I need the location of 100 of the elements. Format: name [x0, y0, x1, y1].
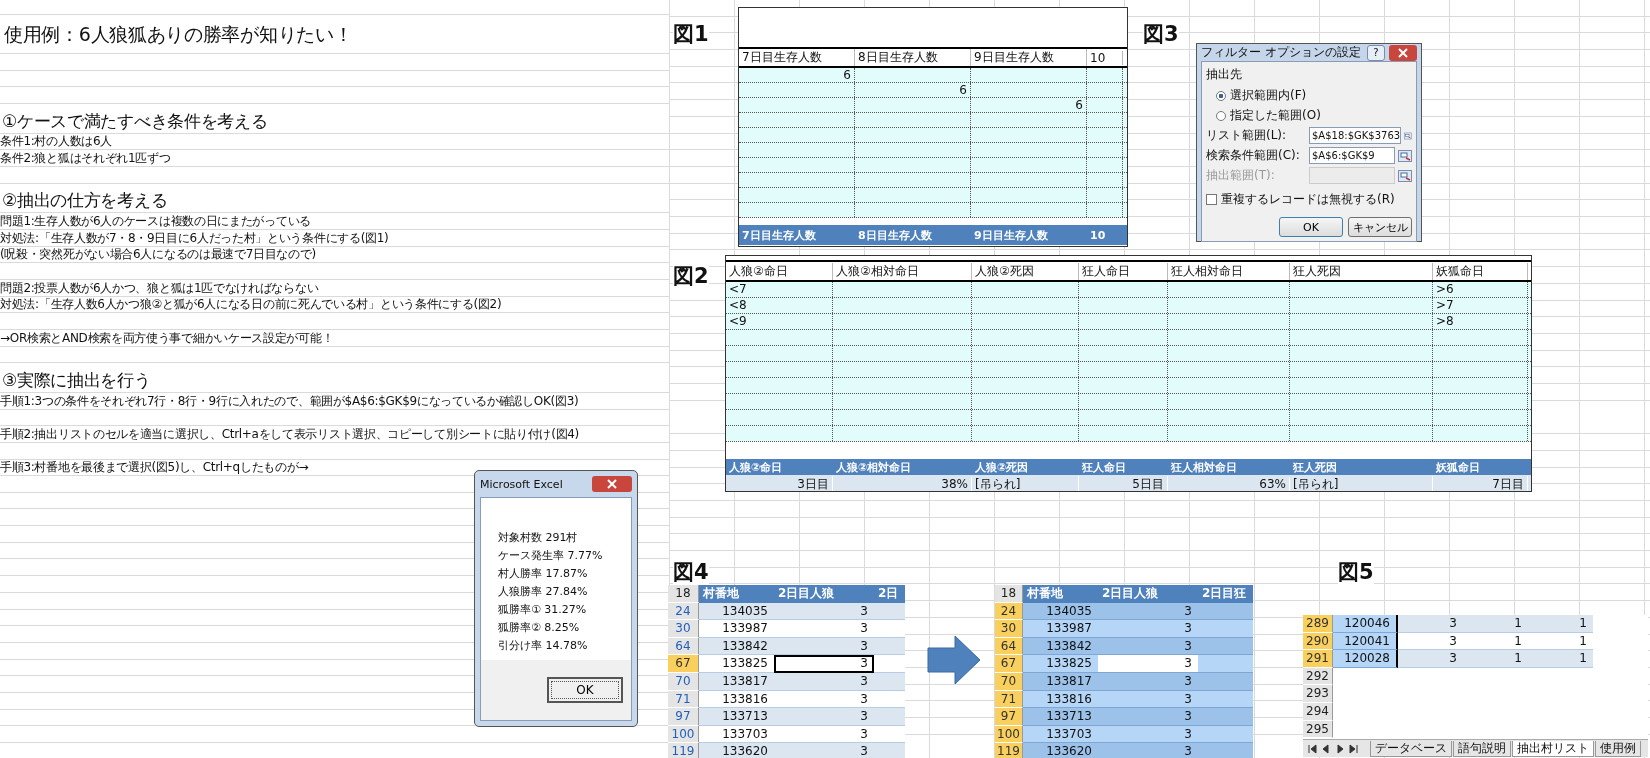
ok-button[interactable]: OK — [547, 677, 623, 703]
column-header: 10 — [1089, 228, 1107, 242]
column-header: 7日目生存人数 — [741, 227, 817, 243]
column-header: 妖狐命日 — [1435, 459, 1481, 475]
row-number[interactable]: 67 — [995, 655, 1023, 673]
range-picker-icon[interactable] — [1398, 149, 1412, 162]
column-header: 2日目人狼 — [1098, 585, 1198, 603]
result-line: 狐勝率② 8.25% — [498, 620, 581, 635]
table-cell: 3 — [1098, 708, 1198, 726]
table-cell: 120046 — [1333, 615, 1398, 633]
column-header: 人狼②相対命日 — [833, 262, 972, 280]
input-field[interactable]: $A$18:$GK$3763 — [1309, 127, 1402, 144]
row-number[interactable]: 291 — [1303, 650, 1333, 668]
table-cell: [吊られ] — [975, 476, 1021, 491]
column-header: 人狼②相対命日 — [835, 459, 913, 475]
field-label: 検索条件範囲(C): — [1206, 147, 1301, 164]
column-header: 8日目生存人数 — [855, 49, 971, 66]
result-line: 引分け率 14.78% — [498, 638, 589, 653]
table-cell: >7 — [1436, 298, 1454, 312]
message-box-title: Microsoft Excel — [480, 477, 563, 491]
column-header: 村番地 — [1023, 585, 1098, 603]
table-cell: 3 — [1098, 620, 1198, 638]
sheet-tab[interactable]: 抽出村リスト — [1512, 740, 1594, 757]
note-text: 手順2:抽出リストのセルを適当に選択し、Ctrl+aをして表示リスト選択、コピーして別シートに貼り付け(図4) — [0, 426, 579, 442]
radio-label: 選択範囲内(F) — [1230, 87, 1307, 104]
input-field[interactable] — [1309, 167, 1395, 184]
sheet-tab[interactable]: 使用例 — [1595, 740, 1641, 757]
input-field[interactable]: $A$6:$GK$9 — [1309, 147, 1395, 164]
note-text: 手順1:3つの条件をそれぞれ7行・8行・9行に入れたので、範囲が$A$6:$GK$9になっているか確認しOK(図3) — [0, 393, 579, 409]
radio-button[interactable] — [1216, 90, 1226, 101]
table-cell: 133713 — [1023, 708, 1098, 726]
row-number[interactable]: 293 — [1303, 685, 1333, 703]
row-number[interactable]: 97 — [668, 708, 699, 726]
column-header: 7日目生存人数 — [739, 49, 855, 66]
column-header: 狂人命日 — [1079, 262, 1168, 280]
table-cell: 1 — [1528, 650, 1593, 668]
table-cell: 133987 — [699, 620, 774, 638]
sheet-tab[interactable]: 語句説明 — [1453, 740, 1511, 757]
column-header: 狂人死因 — [1290, 262, 1433, 280]
table-cell: 3 — [774, 708, 874, 726]
dialog-button[interactable]: キャンセル — [1348, 217, 1412, 237]
range-picker-icon[interactable] — [1404, 129, 1412, 142]
table-cell: 120028 — [1333, 650, 1398, 668]
radio-label: 指定した範囲(O) — [1230, 107, 1321, 124]
column-header: 狂人死因 — [1292, 459, 1338, 475]
row-number[interactable]: 119 — [995, 743, 1023, 758]
range-picker-icon[interactable] — [1398, 169, 1412, 182]
result-line: ケース発生率 7.77% — [498, 548, 604, 563]
table-cell: >6 — [1436, 282, 1454, 296]
right-arrow-icon — [927, 635, 981, 685]
table-cell: 7日目 — [1492, 476, 1524, 491]
column-header: 人狼②命日 — [728, 459, 784, 475]
row-number: 18 — [668, 585, 699, 603]
section-heading: ②抽出の仕方を考える — [2, 189, 168, 213]
row-number[interactable]: 119 — [668, 743, 699, 758]
result-line: 狐勝率① 31.27% — [498, 602, 588, 617]
table-cell: 133987 — [1023, 620, 1098, 638]
note-text: 対処法:「生存人数が7・8・9日目に6人だった村」という条件にする(図1) — [0, 230, 389, 246]
column-header: 村番地 — [699, 585, 774, 603]
table-cell: 3 — [774, 620, 874, 638]
table-cell: 3日目 — [797, 476, 829, 491]
row-number[interactable]: 30 — [995, 620, 1023, 638]
table-cell: 1 — [1463, 615, 1528, 633]
table-cell: 1 — [1528, 615, 1593, 633]
close-icon[interactable] — [1389, 44, 1417, 61]
table-cell: 133825 — [1023, 655, 1098, 673]
table-cell: 3 — [1098, 743, 1198, 758]
result-line: 人狼勝率 27.84% — [498, 584, 589, 599]
table-cell: 6 — [843, 68, 851, 82]
column-header: 人狼②死因 — [972, 262, 1079, 280]
table-cell: 133620 — [699, 743, 774, 758]
help-button[interactable]: ? — [1367, 44, 1385, 61]
table-cell: 3 — [774, 655, 874, 673]
table-cell: <7 — [729, 282, 747, 296]
row-number[interactable]: 97 — [995, 708, 1023, 726]
column-header: 2日目狂 — [1198, 585, 1253, 603]
row-number[interactable]: 289 — [1303, 615, 1333, 633]
table-cell: 3 — [1098, 655, 1198, 673]
column-header: 妖狐命日 — [1433, 262, 1528, 280]
field-label: リスト範囲(L): — [1206, 127, 1288, 144]
row-number: 18 — [995, 585, 1023, 603]
column-header: 狂人命日 — [1081, 459, 1127, 475]
table-cell: 3 — [1398, 650, 1463, 668]
note-text: →OR検索とAND検索を両方使う事で細かいケース設定が可能！ — [0, 330, 334, 346]
column-header: 10 — [1087, 50, 1123, 65]
sheet-title: 使用例：6人狼狐ありの勝率が知りたい！ — [4, 22, 353, 47]
row-number[interactable]: 30 — [668, 620, 699, 638]
note-text: 条件2:狼と狐はそれぞれ1匹ずつ — [0, 150, 171, 166]
column-header: 人狼②死因 — [974, 459, 1030, 475]
row-number[interactable]: 67 — [668, 655, 699, 673]
close-icon[interactable] — [592, 476, 632, 492]
column-header: 狂人相対命日 — [1170, 459, 1238, 475]
radio-button[interactable] — [1216, 110, 1226, 121]
sheet-tab[interactable]: データベース — [1370, 740, 1452, 757]
dialog-button[interactable]: OK — [1279, 217, 1343, 237]
table-cell: 6 — [1075, 98, 1083, 112]
checkbox[interactable] — [1206, 194, 1217, 205]
section-heading: ①ケースで満たすべき条件を考える — [2, 109, 268, 133]
section-heading: ③実際に抽出を行う — [2, 368, 151, 392]
table-cell: <8 — [729, 298, 747, 312]
